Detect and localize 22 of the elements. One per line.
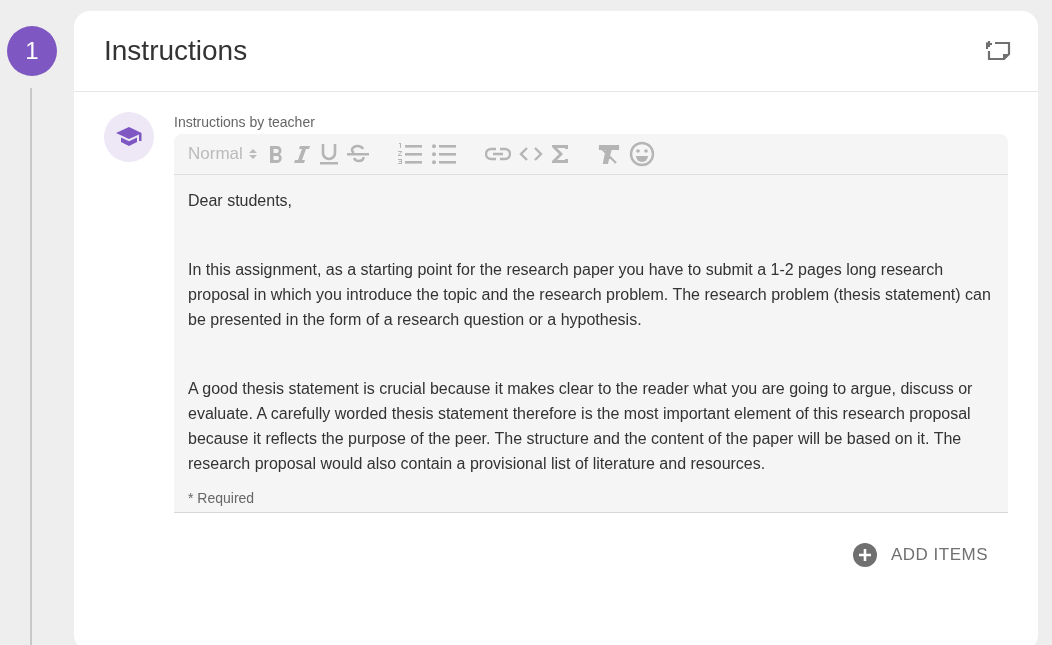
emoji-icon[interactable] (628, 141, 655, 167)
step-number: 1 (7, 26, 57, 76)
sigma-icon[interactable] (550, 144, 569, 164)
numbered-list-icon[interactable] (396, 143, 423, 165)
underline-icon[interactable] (318, 143, 339, 165)
clear-formatting-icon[interactable] (596, 144, 621, 164)
link-icon[interactable] (484, 147, 511, 161)
graduation-cap-icon (116, 127, 142, 147)
instruction-paragraph: A good thesis statement is crucial because it makes clear to the reader what you are going to argue, discuss or evaluate. A carefully worded thesis statement therefore is the most important element of this research proposal because it reflects the purpose of the peer. The structure and the content of the paper will be based on it. The research proposal would also contain a provisional list of literature and resources. (188, 379, 974, 474)
add-note-icon[interactable] (986, 40, 1012, 62)
card-title: Instructions (104, 35, 248, 67)
required-note: * Required (188, 490, 256, 506)
code-icon[interactable] (518, 146, 543, 162)
add-items-button[interactable]: ADD ITEMS (852, 543, 988, 567)
bulleted-list-icon[interactable] (430, 143, 457, 165)
instruction-paragraph: In this assignment, as a starting point for the research paper you have to submit a 1-2 pages long research proposal in which you introduce the topic and the research problem. The research problem (thesis statement) can be presented in the form of a research question or a hypothesis. (188, 260, 992, 330)
instruction-paragraph: Dear students, (188, 191, 294, 211)
editor-label: Instructions by teacher (174, 114, 316, 130)
italic-icon[interactable] (292, 144, 311, 164)
plus-circle-icon (852, 543, 877, 567)
strikethrough-icon[interactable] (346, 144, 369, 164)
sort-arrows-icon (248, 148, 257, 160)
